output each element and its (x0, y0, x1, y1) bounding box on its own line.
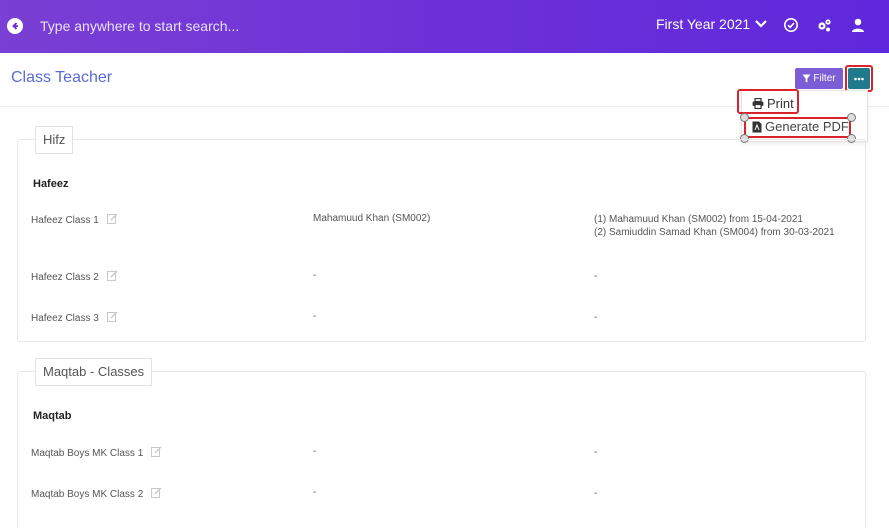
history-entry: (1) Mahamuud Khan (SM002) from 15-04-202… (594, 214, 803, 225)
current-teacher: - (313, 446, 317, 457)
edit-icon[interactable] (106, 213, 118, 227)
edit-icon[interactable] (106, 270, 118, 284)
more-button-highlight (845, 65, 873, 92)
current-teacher: Mahamuud Khan (SM002) (313, 213, 431, 224)
page-title: Class Teacher (11, 69, 113, 86)
class-name: Hafeez Class 1 (31, 214, 99, 226)
global-search-input[interactable] (40, 14, 460, 38)
class-name: Maqtab Boys MK Class 2 (31, 488, 144, 500)
current-teacher: - (313, 311, 317, 322)
group-legend: Maqtab - Classes (35, 358, 153, 386)
edit-icon[interactable] (106, 311, 118, 325)
resize-handle[interactable] (847, 113, 856, 122)
class-row-name: Hafeez Class 2 (31, 270, 118, 284)
check-circle-icon[interactable] (782, 16, 800, 34)
teacher-history: (1) Mahamuud Khan (SM002) from 15-04-202… (594, 213, 835, 239)
academic-year-label: First Year 2021 (656, 16, 751, 32)
user-icon[interactable] (849, 16, 867, 34)
top-navbar: First Year 2021 (0, 0, 889, 53)
history-entry: (2) Samiuddin Samad Khan (SM004) from 30… (594, 227, 835, 238)
class-row-name: Hafeez Class 1 (31, 213, 118, 227)
class-row-name: Hafeez Class 3 (31, 311, 118, 325)
print-highlight (737, 89, 799, 114)
class-name: Maqtab Boys MK Class 1 (31, 447, 144, 459)
class-row-name: Maqtab Boys MK Class 1 (31, 446, 162, 460)
class-group-panel (17, 139, 866, 342)
group-subheading: Hafeez (33, 178, 69, 190)
filter-label: Filter (813, 73, 836, 84)
current-teacher: - (313, 270, 317, 281)
teacher-history: - (594, 488, 598, 499)
teacher-history: - (594, 271, 598, 282)
teacher-history: - (594, 447, 598, 458)
chevron-down-icon (755, 20, 767, 28)
class-name: Hafeez Class 3 (31, 312, 99, 324)
edit-icon[interactable] (151, 446, 162, 460)
current-teacher: - (313, 487, 317, 498)
teacher-history: - (594, 312, 598, 323)
filter-button[interactable]: Filter (795, 68, 843, 89)
academic-year-dropdown[interactable]: First Year 2021 (656, 16, 767, 32)
group-legend: Hifz (35, 126, 74, 154)
back-arrow-icon[interactable] (7, 18, 23, 34)
cogs-icon[interactable] (815, 16, 833, 34)
class-name: Hafeez Class 2 (31, 271, 99, 283)
filter-icon (802, 74, 811, 83)
class-row-name: Maqtab Boys MK Class 2 (31, 487, 162, 501)
resize-handle[interactable] (740, 113, 749, 122)
group-subheading: Maqtab (33, 410, 72, 422)
pdf-highlight (744, 117, 851, 138)
edit-icon[interactable] (151, 487, 162, 501)
